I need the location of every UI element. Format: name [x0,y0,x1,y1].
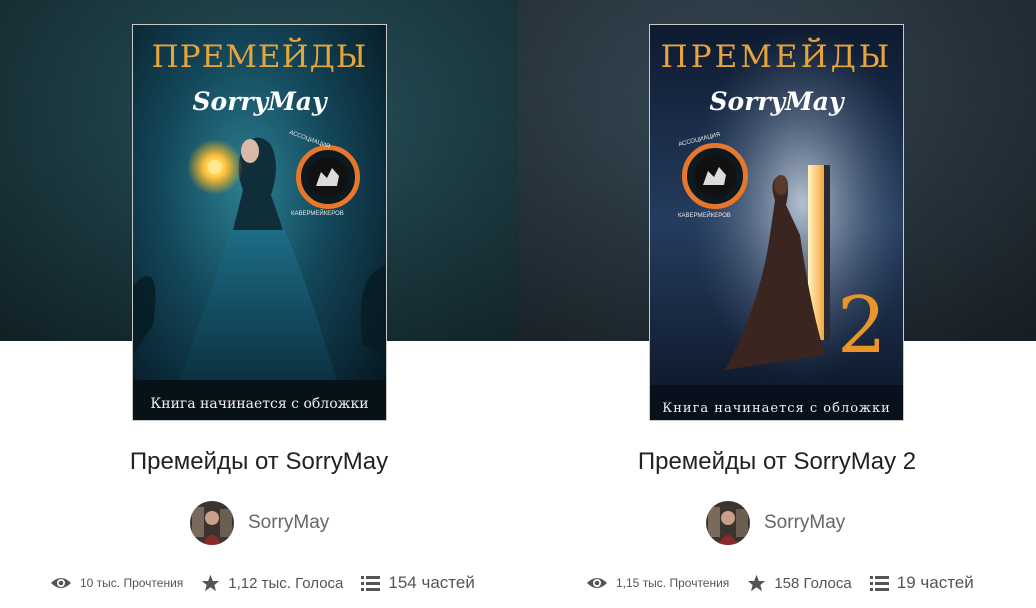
reads-stat: 1,15 тыс. Прочтения [586,576,729,590]
votes-stat: 158 Голоса [747,574,852,592]
votes-count: 158 Голоса [774,574,852,592]
story-1-author[interactable]: SorryMay [190,501,329,545]
cover-2-tagline: Книга начинается с обложки [662,401,891,416]
cover-2-title: ПРЕМЕЙДЫ [660,39,893,75]
horse-emblem-icon [308,157,348,197]
story-2-title[interactable]: Премейды от SorryMay 2 [518,448,1036,476]
list-icon [361,575,381,591]
votes-count: 1,12 тыс. Голоса [228,574,344,592]
story-2-stats: 1,15 тыс. Прочтения 158 Голоса 19 частей [586,571,992,595]
reads-count: 1,15 тыс. Прочтения [616,576,730,590]
author-name[interactable]: SorryMay [248,512,329,534]
star-icon [748,574,766,592]
story-1-stats: 10 тыс. Прочтения 1,12 тыс. Голоса 154 ч… [50,571,493,595]
cover-1-tagline: Книга начинается с обложки [150,396,369,412]
story-2-cover[interactable]: ПРЕМЕЙДЫ SorryMay АССОЦИАЦИЯ КАВЕРМЕЙКЕР… [650,25,903,420]
story-2-author[interactable]: SorryMay [706,501,845,545]
cover-1-title: ПРЕМЕЙДЫ [151,39,368,75]
list-icon [869,575,889,591]
cover-1-badge [296,145,360,209]
story-1-cover[interactable]: ПРЕМЕЙДЫ SorryMay АССОЦИАЦИЯ КАВЕРМЕЙКЕР… [133,25,386,420]
parts-count: 154 частей [388,573,475,592]
reads-stat: 10 тыс. Прочтения [50,576,183,590]
avatar[interactable] [706,501,750,545]
story-card-1: ПРЕМЕЙДЫ SorryMay АССОЦИАЦИЯ КАВЕРМЕЙКЕР… [0,0,518,608]
cover-2-number: 2 [837,281,887,371]
eye-icon [587,578,607,588]
author-name[interactable]: SorryMay [764,512,845,534]
parts-count: 19 частей [896,573,974,592]
horse-emblem-icon [694,155,736,197]
eye-icon [51,578,71,588]
cover-2-badge-bottom: КАВЕРМЕЙКЕРОВ [678,213,731,219]
cover-1-author: SorryMay [192,87,327,116]
parts-stat: 154 частей [361,573,475,593]
cover-1-badge-bottom: КАВЕРМЕЙКЕРОВ [291,211,344,217]
cover-2-author: SorryMay [709,87,844,116]
story-1-title[interactable]: Премейды от SorryMay [0,448,518,476]
star-icon [202,574,220,592]
cover-2-badge [682,143,748,209]
avatar[interactable] [190,501,234,545]
parts-stat: 19 частей [869,573,974,593]
reads-count: 10 тыс. Прочтения [80,576,184,590]
votes-stat: 1,12 тыс. Голоса [201,574,343,592]
story-card-2: ПРЕМЕЙДЫ SorryMay АССОЦИАЦИЯ КАВЕРМЕЙКЕР… [518,0,1036,608]
